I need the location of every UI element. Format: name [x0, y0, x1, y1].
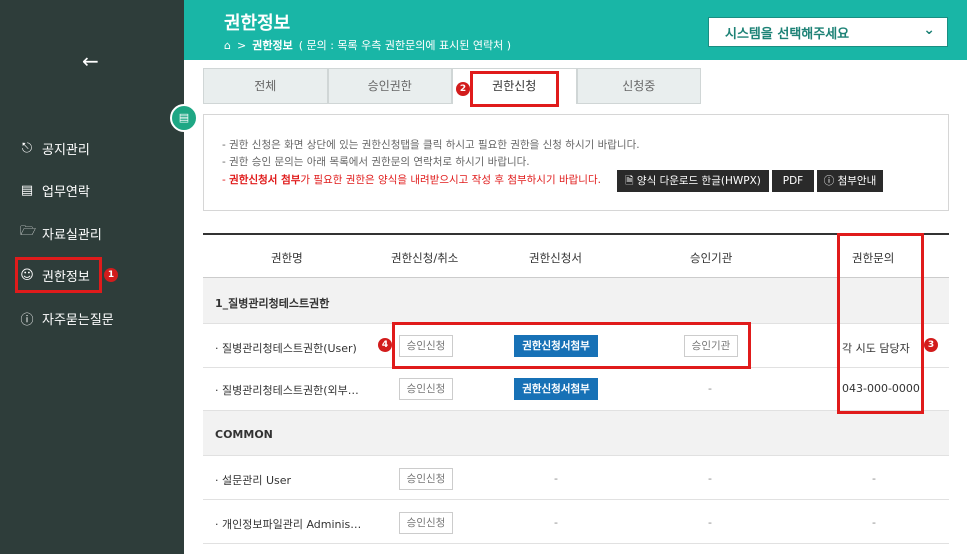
home-icon[interactable]: ⌂ — [224, 39, 231, 52]
back-arrow-icon[interactable]: ← — [82, 50, 99, 72]
bell-icon: ⎋ — [21, 140, 33, 156]
highlight-box-permission — [15, 257, 102, 293]
info-circle-icon: ⓘ — [823, 175, 835, 187]
approve-request-button[interactable]: 승인신청 — [399, 512, 453, 534]
attach-guide-button[interactable]: ⓘ 첨부안내 — [817, 170, 883, 192]
row-form: - — [554, 472, 558, 485]
breadcrumb-separator: > — [236, 38, 247, 52]
folder-icon: 🗁 — [20, 224, 37, 239]
sidebar-item-work[interactable]: ▤ 업무연락 — [20, 179, 90, 201]
breadcrumb-note: ( 문의 : 목록 우측 권한문의에 표시된 연락처 ) — [298, 39, 511, 52]
attach-form-button[interactable]: 권한신청서첨부 — [514, 378, 598, 400]
page-title: 권한정보 — [224, 13, 291, 34]
highlight-box-tab — [470, 71, 559, 107]
sidebar-item-label: 자료실관리 — [42, 227, 102, 243]
highlight-box-contact — [837, 233, 924, 414]
attach-guide-label: 첨부안내 — [837, 175, 877, 187]
sidebar-item-label: 업무연락 — [42, 184, 90, 200]
sidebar-item-label: 자주묻는질문 — [42, 312, 114, 328]
info-box: - 권한 신청은 화면 상단에 있는 권한신청탭을 클릭 하시고 필요한 권한을… — [203, 114, 949, 211]
row-name: · 질병관리청테스트권한(외부… — [215, 384, 359, 397]
tab-pending[interactable]: 신청중 — [576, 68, 701, 104]
sidebar-item-archive[interactable]: 🗁 자료실관리 — [20, 222, 102, 244]
info-line-3-bold: 권한신청서 첨부 — [229, 174, 301, 186]
download-hwpx-button[interactable]: 🗎 양식 다운로드 한글(HWPX) — [617, 170, 769, 192]
download-pdf-button[interactable]: PDF — [772, 170, 814, 192]
row-name: · 질병관리청테스트권한(User) — [215, 342, 357, 355]
download-icon: 🗎 — [625, 175, 634, 187]
column-header-name: 권한명 — [271, 251, 303, 265]
approve-request-button[interactable]: 승인신청 — [399, 378, 453, 400]
sidebar-item-notice[interactable]: ⎋ 공지관리 — [20, 137, 90, 159]
breadcrumb-current: 권한정보 — [252, 39, 293, 52]
step-badge-2: 2 — [456, 82, 470, 96]
row-org: - — [708, 472, 712, 485]
tab-approved[interactable]: 승인권한 — [327, 68, 452, 104]
sidebar-item-faq[interactable]: ⓘ 자주묻는질문 — [20, 307, 114, 329]
info-line-2: - 권한 승인 문의는 아래 목록에서 권한문의 연락처로 하시기 바랍니다. — [222, 156, 530, 168]
step-badge-3: 3 — [924, 338, 938, 352]
question-icon: ⓘ — [20, 312, 34, 328]
breadcrumb: ⌂ > 권한정보 ( 문의 : 목록 우측 권한문의에 표시된 연락처 ) — [224, 37, 511, 53]
table-row: · 설문관리 User 승인신청 - - - — [203, 456, 949, 500]
page-header: 권한정보 ⌂ > 권한정보 ( 문의 : 목록 우측 권한문의에 표시된 연락처… — [184, 0, 967, 60]
tab-bar: 전체 승인권한 권한신청 신청중 — [203, 68, 701, 104]
step-badge-1: 1 — [104, 268, 118, 282]
note-icon[interactable]: ▤ — [170, 104, 198, 132]
column-header-apply: 권한신청/취소 — [391, 251, 459, 265]
sidebar: ← ⎋ 공지관리 ▤ 업무연락 🗁 자료실관리 ☺ 권한정보 ⓘ 자주묻는질문 … — [0, 0, 184, 554]
sidebar-item-label: 공지관리 — [42, 142, 90, 158]
table-group-row: COMMON — [203, 411, 949, 456]
step-badge-4: 4 — [378, 338, 392, 352]
chevron-down-icon: ⌄ — [923, 22, 935, 38]
row-contact: - — [872, 516, 876, 529]
row-org: - — [708, 516, 712, 529]
column-header-form: 권한신청서 — [529, 251, 582, 265]
info-line-3: - 권한신청서 첨부가 필요한 권한은 양식을 내려받으시고 작성 후 첨부하시… — [222, 172, 601, 187]
row-contact: - — [872, 472, 876, 485]
highlight-box-actions — [392, 322, 751, 369]
row-name: · 개인정보파일관리 Adminis… — [215, 518, 362, 531]
system-select-value: 시스템을 선택해주세요 — [725, 27, 850, 42]
column-header-org: 승인기관 — [690, 251, 733, 265]
tab-all[interactable]: 전체 — [203, 68, 328, 104]
group-title: COMMON — [215, 428, 273, 441]
approve-request-button[interactable]: 승인신청 — [399, 468, 453, 490]
download-hwpx-label: 양식 다운로드 한글(HWPX) — [636, 175, 761, 187]
info-line-1: - 권한 신청은 화면 상단에 있는 권한신청탭을 클릭 하시고 필요한 권한을… — [222, 139, 640, 151]
system-select[interactable]: 시스템을 선택해주세요 ⌄ — [708, 17, 948, 47]
row-name: · 설문관리 User — [215, 474, 292, 487]
group-title: 1_질병관리청테스트권한 — [215, 297, 330, 310]
document-icon: ▤ — [20, 182, 34, 198]
row-form: - — [554, 516, 558, 529]
info-line-3-rest: 가 필요한 권한은 양식을 내려받으시고 작성 후 첨부하시기 바랍니다. — [300, 174, 601, 186]
table-row: · 개인정보파일관리 Adminis… 승인신청 - - - — [203, 500, 949, 544]
row-org: - — [708, 382, 712, 395]
